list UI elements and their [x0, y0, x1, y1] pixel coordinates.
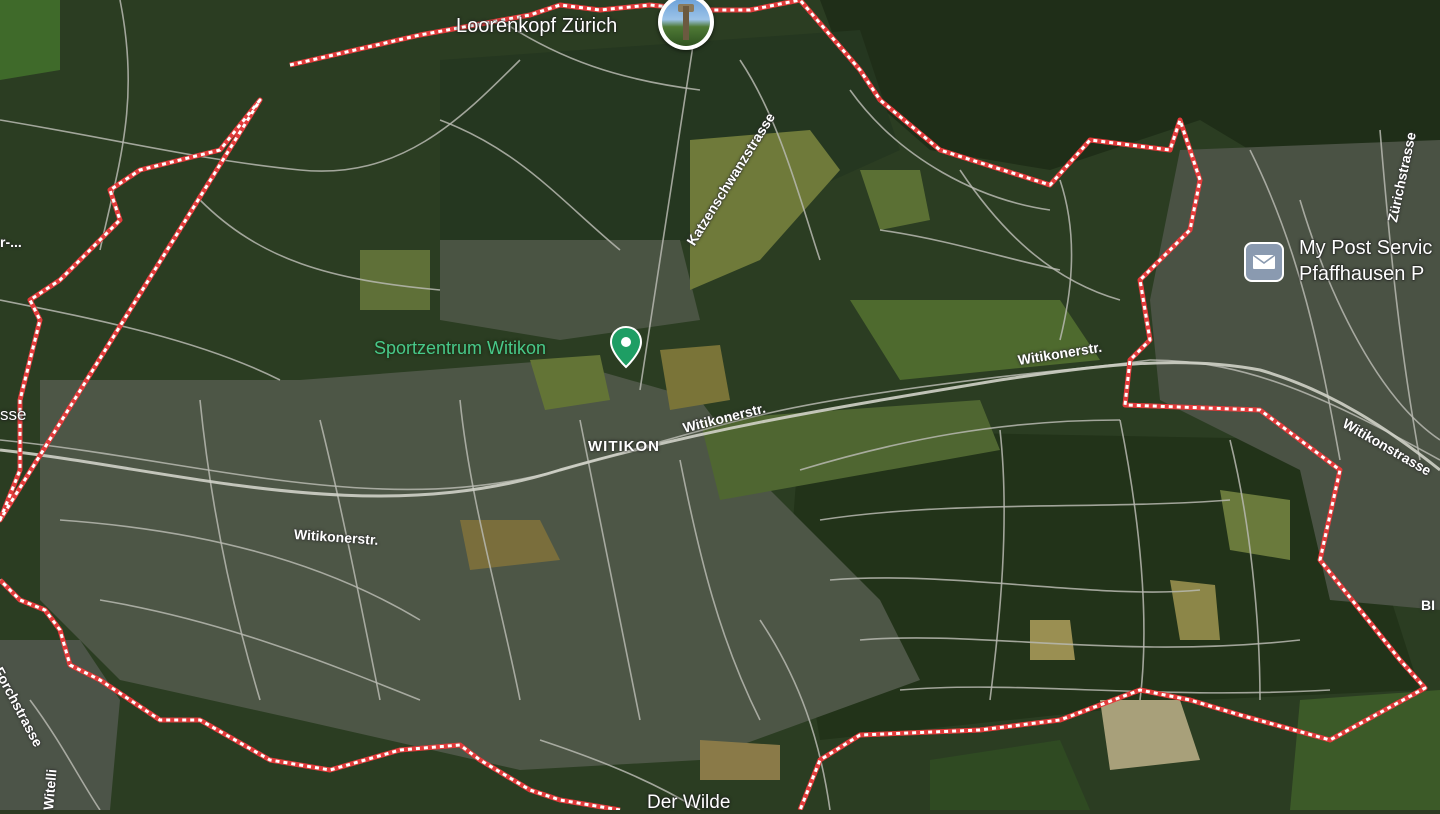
- right-edge-label-bi: BI: [1421, 597, 1435, 613]
- mail-icon[interactable]: [1244, 242, 1284, 282]
- witikon-district-label: WITIKON: [588, 438, 660, 455]
- map-canvas[interactable]: [0, 0, 1440, 810]
- sportzentrum-label[interactable]: Sportzentrum Witikon: [374, 338, 546, 359]
- loorenkopf-label[interactable]: Loorenkopf Zürich: [456, 15, 617, 38]
- tower-photo-icon: [662, 0, 710, 46]
- green-place-pin-icon[interactable]: [609, 325, 643, 369]
- pfaffhausen-label[interactable]: Pfaffhausen P: [1299, 263, 1424, 286]
- street-label-left-r: r-...: [0, 234, 22, 250]
- mypost-label[interactable]: My Post Servic: [1299, 237, 1432, 260]
- left-edge-label-sse: sse: [0, 405, 27, 424]
- der-wilde-label[interactable]: Der Wilde: [647, 792, 730, 814]
